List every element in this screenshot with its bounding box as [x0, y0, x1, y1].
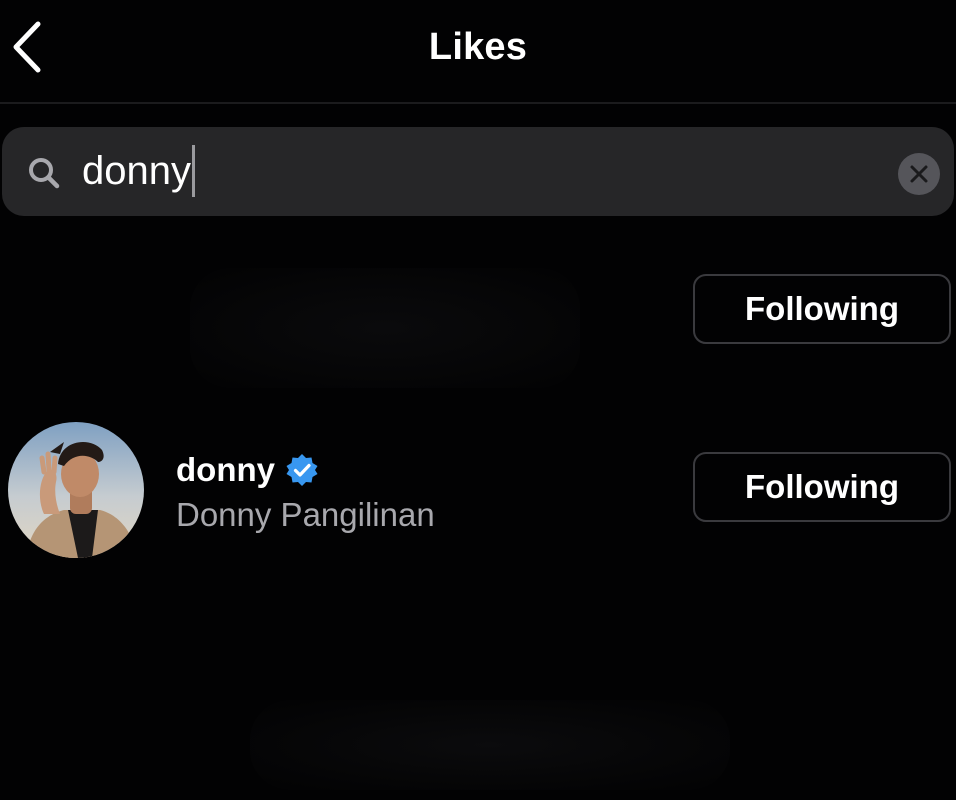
verified-badge-icon: [286, 454, 318, 486]
page-title: Likes: [428, 26, 528, 68]
header: Likes: [0, 0, 956, 104]
username: donny: [176, 451, 275, 488]
following-button[interactable]: Following: [693, 452, 951, 522]
close-icon: [910, 165, 928, 183]
clear-search-button[interactable]: [898, 153, 940, 195]
following-button[interactable]: Following: [693, 274, 951, 344]
profile-photo: [8, 422, 144, 558]
search-input[interactable]: donny: [82, 145, 195, 197]
redacted-user-row: [190, 268, 580, 388]
search-icon: [29, 158, 60, 189]
likes-screen: Likes donny Following donny Donny Pangil…: [0, 0, 956, 800]
search-input-value: donny: [82, 149, 191, 193]
avatar[interactable]: [8, 422, 144, 558]
search-bar[interactable]: donny: [2, 127, 954, 216]
redacted-area: [250, 700, 730, 790]
username-line: donny: [176, 450, 319, 490]
text-cursor: [191, 145, 195, 197]
full-name: Donny Pangilinan: [176, 496, 435, 533]
